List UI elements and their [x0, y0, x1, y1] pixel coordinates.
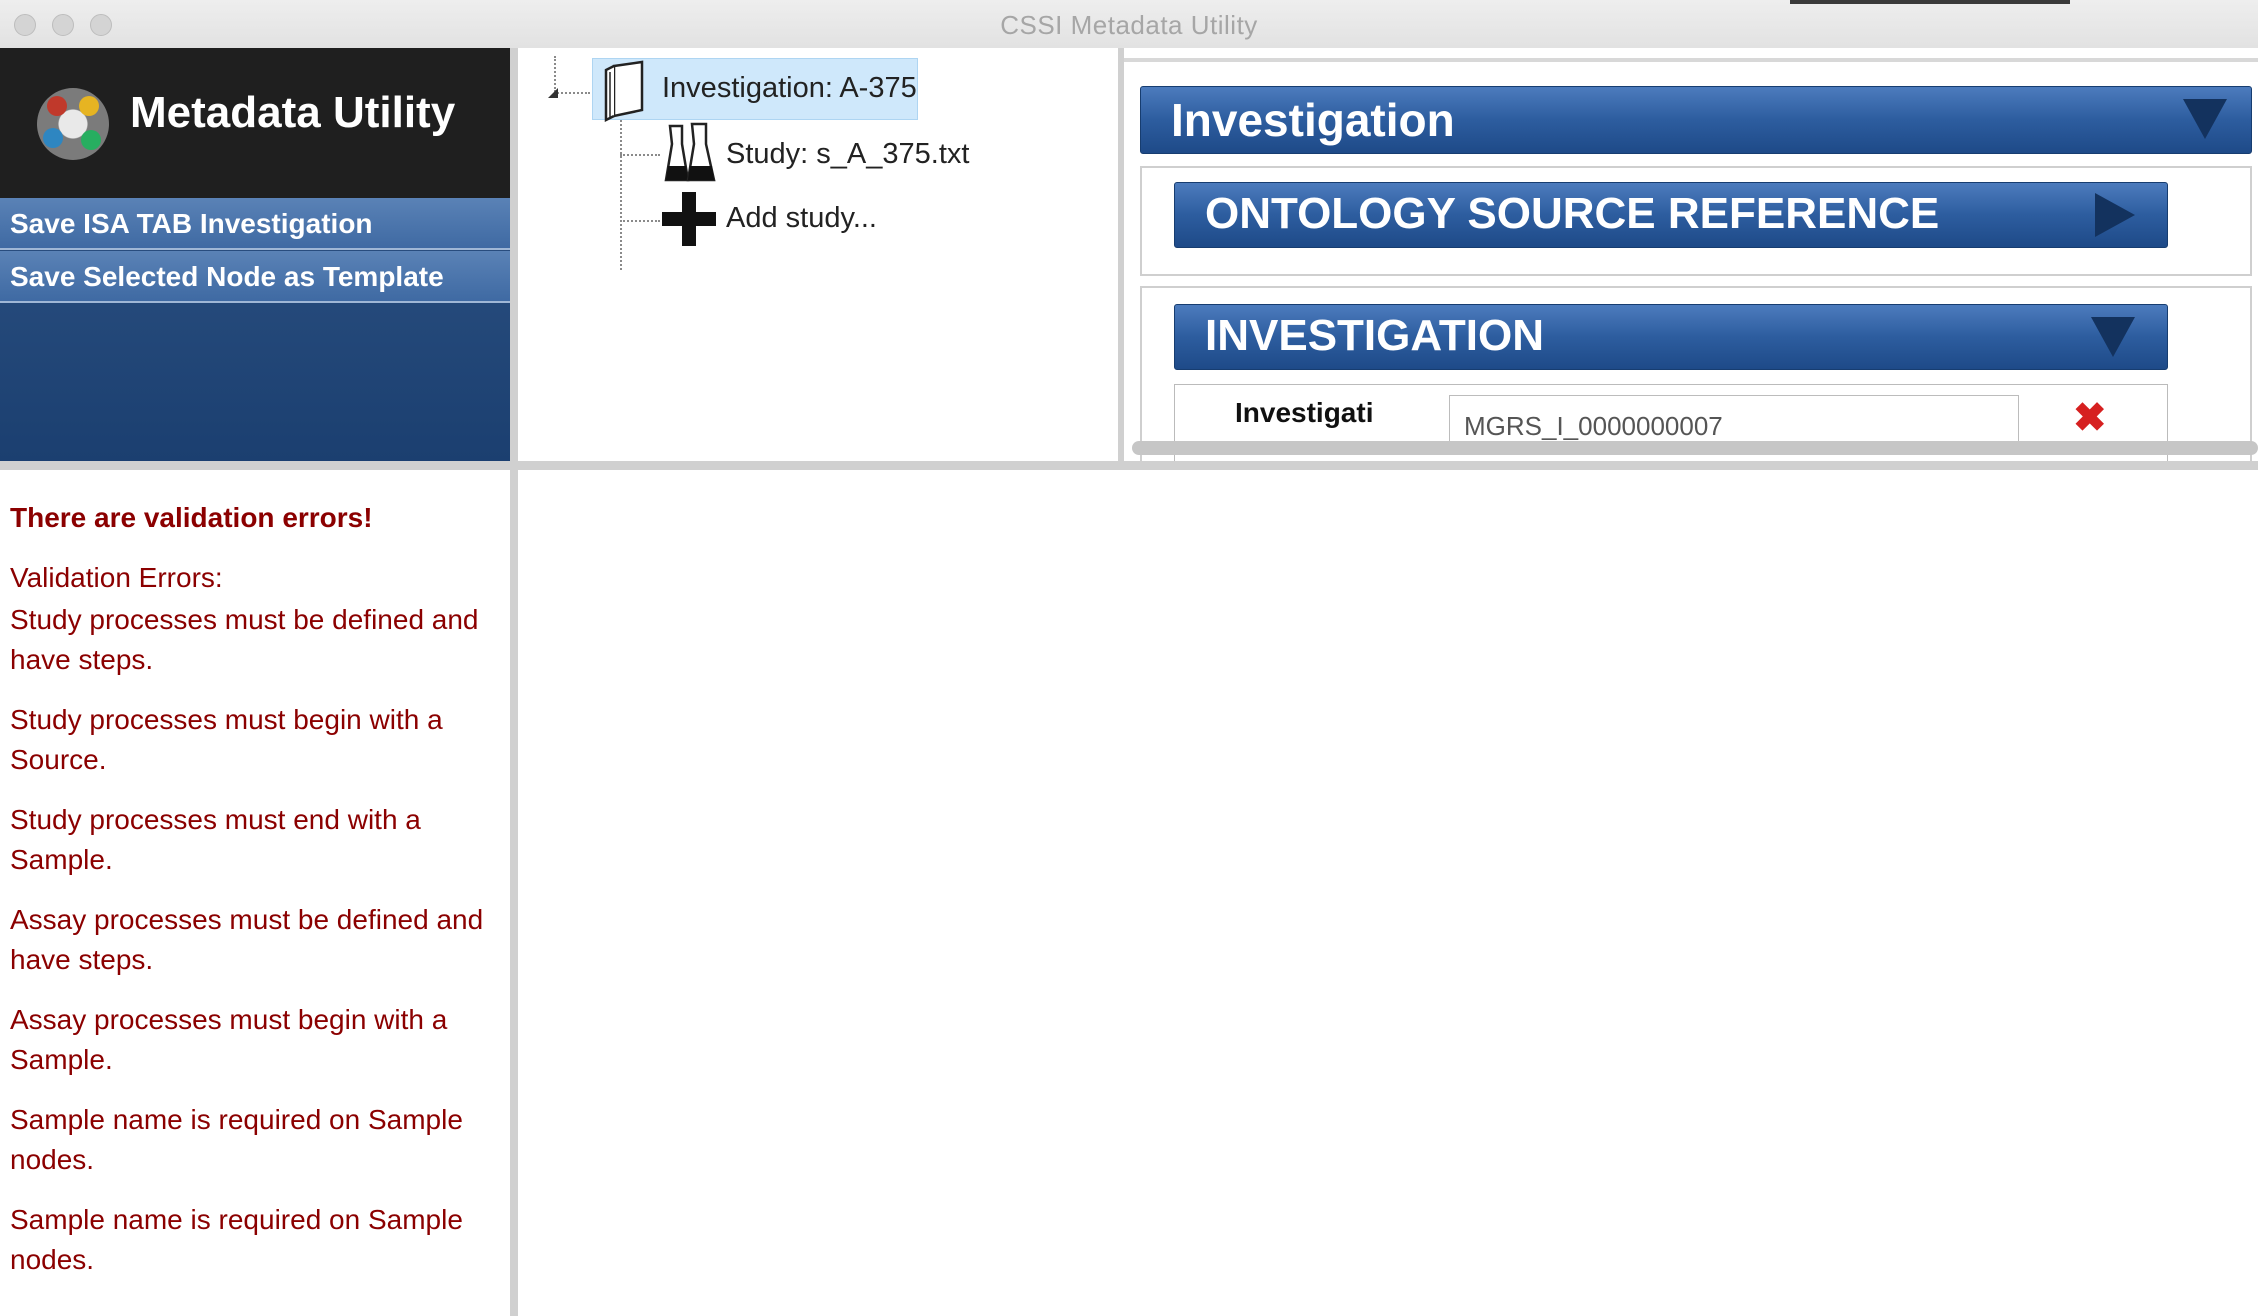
validation-error: Sample name is required on Sample nodes.: [10, 1204, 463, 1275]
validation-error-list: Study processes must be defined and have…: [10, 600, 500, 1300]
validation-subheading: Validation Errors:: [10, 562, 223, 593]
tree-connector: [620, 154, 660, 156]
app-brand: Metadata Utility: [0, 48, 510, 198]
app-logo-icon: [37, 88, 109, 160]
investigation-section-title: INVESTIGATION: [1205, 311, 1544, 360]
app-name: Metadata Utility: [130, 88, 456, 137]
validation-heading: There are validation errors!: [10, 502, 373, 533]
workspace-area: [518, 470, 2258, 1316]
collapse-arrow-icon[interactable]: [2183, 99, 2227, 139]
sidebar: Metadata Utility Save ISA TAB Investigat…: [0, 48, 510, 461]
investigation-section-header[interactable]: INVESTIGATION: [1174, 304, 2168, 370]
window-title: CSSI Metadata Utility: [1000, 10, 1258, 40]
validation-error: Study processes must begin with a Source…: [10, 704, 443, 775]
top-strip: [1790, 0, 2070, 4]
investigation-id-label: Investigati: [1235, 397, 1374, 428]
book-icon: [604, 60, 644, 122]
save-isa-tab-button[interactable]: Save ISA TAB Investigation: [0, 198, 510, 250]
details-panel: Investigation ONTOLOGY SOURCE REFERENCE …: [1124, 48, 2258, 461]
horizontal-scrollbar[interactable]: [1132, 441, 2258, 455]
ontology-source-header[interactable]: ONTOLOGY SOURCE REFERENCE: [1174, 182, 2168, 248]
ontology-section-title: ONTOLOGY SOURCE REFERENCE: [1205, 189, 1940, 238]
collapse-arrow-icon[interactable]: [2091, 317, 2135, 357]
plus-icon[interactable]: [660, 190, 718, 248]
validation-error: Assay processes must be defined and have…: [10, 904, 484, 975]
window-title-bar: CSSI Metadata Utility: [0, 0, 2258, 49]
validation-error: Study processes must be defined and have…: [10, 604, 479, 675]
panel-divider: [1124, 58, 2258, 62]
tree-connector: [620, 120, 622, 270]
tree-node-label[interactable]: Study: s_A_375.txt: [726, 138, 969, 171]
ontology-section: ONTOLOGY SOURCE REFERENCE: [1140, 166, 2252, 276]
investigation-header-title: Investigation: [1171, 94, 1455, 146]
validation-error: Sample name is required on Sample nodes.: [10, 1104, 463, 1175]
flask-icon: [664, 122, 716, 182]
tree-connector: [620, 220, 660, 222]
tree-expand-arrow-icon[interactable]: [548, 88, 560, 100]
tree-connector: [554, 56, 556, 92]
horizontal-splitter[interactable]: [0, 461, 2258, 470]
investigation-section: INVESTIGATION Investigati MGRS_I_0000000…: [1140, 286, 2252, 461]
validation-error: Assay processes must begin with a Sample…: [10, 1004, 448, 1075]
validation-error: Study processes must end with a Sample.: [10, 804, 421, 875]
save-node-template-button[interactable]: Save Selected Node as Template: [0, 251, 510, 303]
tree-node-label[interactable]: Investigation: A-375: [662, 72, 917, 105]
investigation-header[interactable]: Investigation: [1140, 86, 2252, 154]
vertical-splitter-left[interactable]: [510, 48, 518, 1316]
expand-arrow-icon[interactable]: [2095, 193, 2135, 237]
remove-field-icon[interactable]: ✖: [2073, 395, 2107, 441]
add-study-link[interactable]: Add study...: [726, 202, 877, 235]
validation-panel: There are validation errors! Validation …: [0, 470, 510, 1316]
project-tree: Investigation: A-375 Study: s_A_375.txt …: [518, 48, 1118, 461]
